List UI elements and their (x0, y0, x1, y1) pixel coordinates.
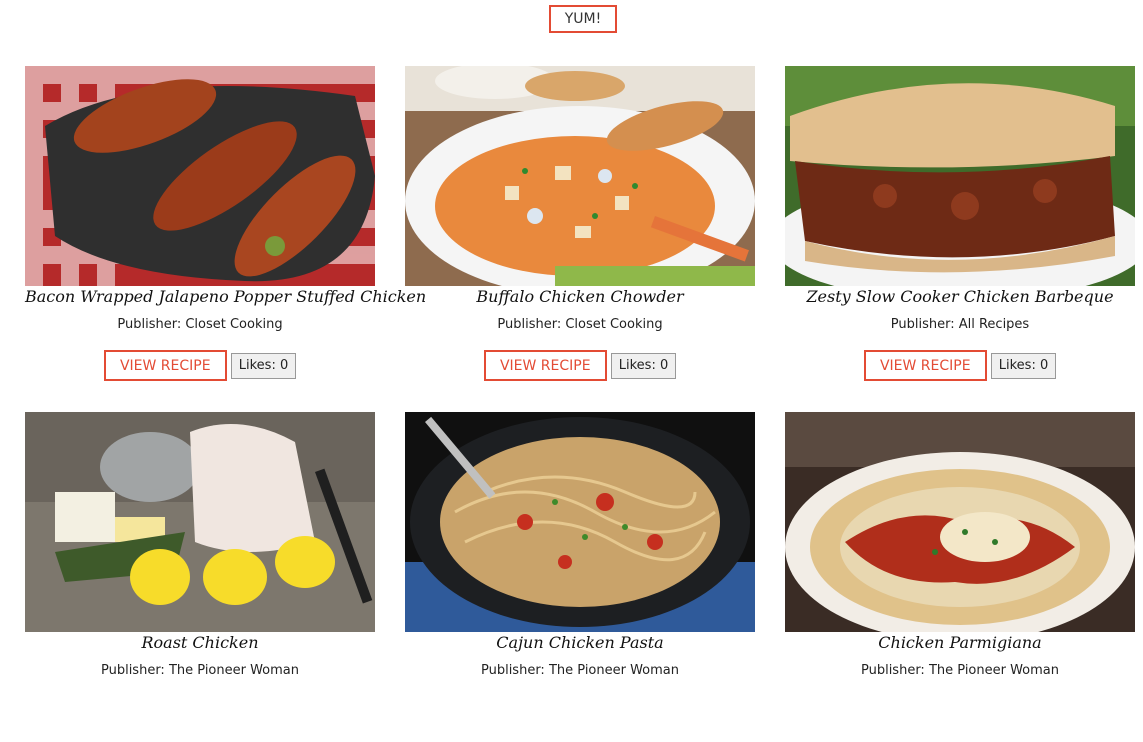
yum-button[interactable]: YUM! (549, 5, 617, 33)
recipe-title: Bacon Wrapped Jalapeno Popper Stuffed Ch… (25, 287, 427, 306)
recipe-card: Zesty Slow Cooker Chicken Barbeque Publi… (785, 66, 1135, 396)
recipe-title: Cajun Chicken Pasta (496, 633, 664, 652)
recipe-title: Buffalo Chicken Chowder (476, 287, 684, 306)
recipe-actions: VIEW RECIPE Likes: 0 (405, 350, 755, 381)
pasta-photo[interactable] (405, 412, 755, 632)
chowder-photo[interactable] (405, 66, 755, 286)
recipe-card: Cajun Chicken Pasta Publisher: The Pione… (405, 412, 755, 742)
recipe-publisher: Publisher: Closet Cooking (117, 317, 283, 332)
bbq-sandwich-photo[interactable] (785, 66, 1135, 286)
recipe-actions: VIEW RECIPE Likes: 0 (785, 350, 1135, 381)
likes-button[interactable]: Likes: 0 (610, 352, 677, 379)
recipe-title: Roast Chicken (141, 633, 259, 652)
view-recipe-button[interactable]: VIEW RECIPE (863, 350, 987, 381)
view-recipe-button[interactable]: VIEW RECIPE (103, 350, 227, 381)
recipe-publisher: Publisher: All Recipes (890, 317, 1030, 332)
likes-button[interactable]: Likes: 0 (230, 352, 297, 379)
recipe-publisher: Publisher: The Pioneer Woman (480, 663, 680, 678)
recipe-title: Chicken Parmigiana (878, 633, 1042, 652)
recipe-publisher: Publisher: Closet Cooking (497, 317, 663, 332)
roast-chicken-photo[interactable] (25, 412, 375, 632)
bacon-chicken-photo[interactable] (25, 66, 375, 286)
parmigiana-photo[interactable] (785, 412, 1135, 632)
likes-button[interactable]: Likes: 0 (990, 352, 1057, 379)
view-recipe-button[interactable]: VIEW RECIPE (483, 350, 607, 381)
recipe-publisher: Publisher: The Pioneer Woman (100, 663, 300, 678)
recipe-actions: VIEW RECIPE Likes: 0 (25, 350, 375, 381)
recipe-title: Zesty Slow Cooker Chicken Barbeque (806, 287, 1114, 306)
recipe-card: Bacon Wrapped Jalapeno Popper Stuffed Ch… (25, 66, 427, 396)
recipe-publisher: Publisher: The Pioneer Woman (860, 663, 1060, 678)
recipe-card: Buffalo Chicken Chowder Publisher: Close… (405, 66, 755, 396)
recipe-card: Chicken Parmigiana Publisher: The Pionee… (785, 412, 1135, 742)
recipe-card: Roast Chicken Publisher: The Pioneer Wom… (25, 412, 375, 742)
